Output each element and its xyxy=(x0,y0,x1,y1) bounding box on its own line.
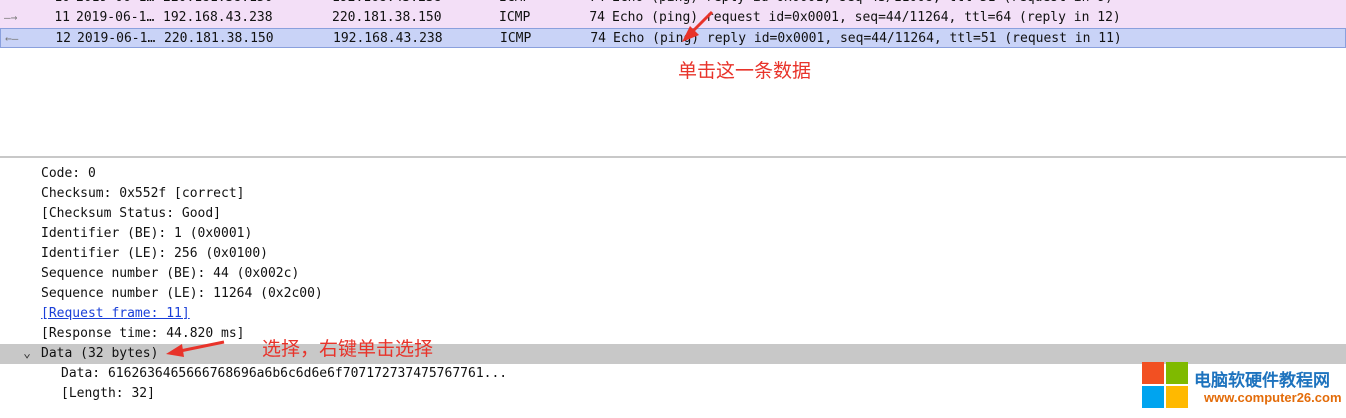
annotation-select-right-click: 选择，右键单击选择 xyxy=(262,338,434,360)
data-node-label: Data (32 bytes) xyxy=(41,346,159,361)
packet-row[interactable]: 10 2019-06-1… 220.181.38.150 192.168.43.… xyxy=(0,0,1346,8)
packet-number: 12 xyxy=(55,31,71,46)
detail-field-code[interactable]: Code: 0 xyxy=(0,164,1346,184)
detail-text: [Checksum Status: Good] xyxy=(41,206,222,221)
packet-time: 2019-06-1… xyxy=(77,31,156,46)
annotation-click-row: 单击这一条数据 xyxy=(678,60,812,82)
detail-text: Checksum: 0x552f [correct] xyxy=(41,186,245,201)
detail-field-sequence-be[interactable]: Sequence number (BE): 44 (0x002c) xyxy=(0,264,1346,284)
detail-text: Identifier (LE): 256 (0x0100) xyxy=(41,246,268,261)
packet-destination: 192.168.43.238 xyxy=(333,31,443,46)
data-node[interactable]: ⌄ Data (32 bytes) xyxy=(0,344,1346,364)
packet-row-selected[interactable]: ←— 12 2019-06-1… 220.181.38.150 192.168.… xyxy=(0,28,1346,48)
pane-divider[interactable] xyxy=(0,156,1346,158)
packet-destination: 192.168.43.238 xyxy=(332,0,442,8)
packet-time: 2019-06-1… xyxy=(76,0,154,8)
detail-field-sequence-le[interactable]: Sequence number (LE): 11264 (0x2c00) xyxy=(0,284,1346,304)
windows-logo-icon xyxy=(1142,362,1190,410)
packet-info: Echo (ping) reply id=0x0001, seq=44/1126… xyxy=(613,31,1122,46)
detail-field-identifier-be[interactable]: Identifier (BE): 1 (0x0001) xyxy=(0,224,1346,244)
detail-text: [Response time: 44.820 ms] xyxy=(41,326,245,341)
packet-time: 2019-06-1… xyxy=(76,10,155,25)
packet-destination: 220.181.38.150 xyxy=(332,10,442,25)
detail-text: Sequence number (LE): 11264 (0x2c00) xyxy=(41,286,323,301)
detail-field-response-time[interactable]: [Response time: 44.820 ms] xyxy=(0,324,1346,344)
request-frame-link[interactable]: [Request frame: 11] xyxy=(0,304,1346,324)
packet-source: 220.181.38.150 xyxy=(164,31,274,46)
packet-row[interactable]: —→ 11 2019-06-1… 192.168.43.238 220.181.… xyxy=(0,8,1346,28)
packet-protocol: ICMP xyxy=(499,0,530,8)
detail-text: Identifier (BE): 1 (0x0001) xyxy=(41,226,253,241)
packet-info: Echo (ping) reply id=0x0001, seq=43/1100… xyxy=(612,0,1113,8)
detail-field-identifier-le[interactable]: Identifier (LE): 256 (0x0100) xyxy=(0,244,1346,264)
detail-link-text[interactable]: [Request frame: 11] xyxy=(41,304,190,324)
detail-text: Data: 6162636465666768696a6b6c6d6e6f7071… xyxy=(61,366,508,381)
site-logo: 电脑软硬件教程网 www.computer26.com xyxy=(1142,362,1342,412)
detail-text: [Length: 32] xyxy=(61,386,155,401)
packet-protocol: ICMP xyxy=(499,10,531,25)
packet-number: 10 xyxy=(0,0,70,8)
logo-title: 电脑软硬件教程网 xyxy=(1194,371,1330,391)
chevron-down-icon[interactable]: ⌄ xyxy=(20,344,34,364)
packet-source: 220.181.38.150 xyxy=(163,0,273,8)
packet-info: Echo (ping) request id=0x0001, seq=44/11… xyxy=(612,10,1121,25)
packet-length: 74 xyxy=(590,31,606,46)
detail-field-checksum-status[interactable]: [Checksum Status: Good] xyxy=(0,204,1346,224)
packet-number: 11 xyxy=(54,10,70,25)
packet-length: 74 xyxy=(589,10,605,25)
packet-list: 10 2019-06-1… 220.181.38.150 192.168.43.… xyxy=(0,0,1346,155)
packet-protocol: ICMP xyxy=(500,31,532,46)
detail-field-checksum[interactable]: Checksum: 0x552f [correct] xyxy=(0,184,1346,204)
logo-url: www.computer26.com xyxy=(1204,390,1342,405)
packet-source: 192.168.43.238 xyxy=(163,10,273,25)
detail-text: Code: 0 xyxy=(41,166,96,181)
detail-text: Sequence number (BE): 44 (0x002c) xyxy=(41,266,300,281)
packet-length: 74 xyxy=(560,0,605,8)
